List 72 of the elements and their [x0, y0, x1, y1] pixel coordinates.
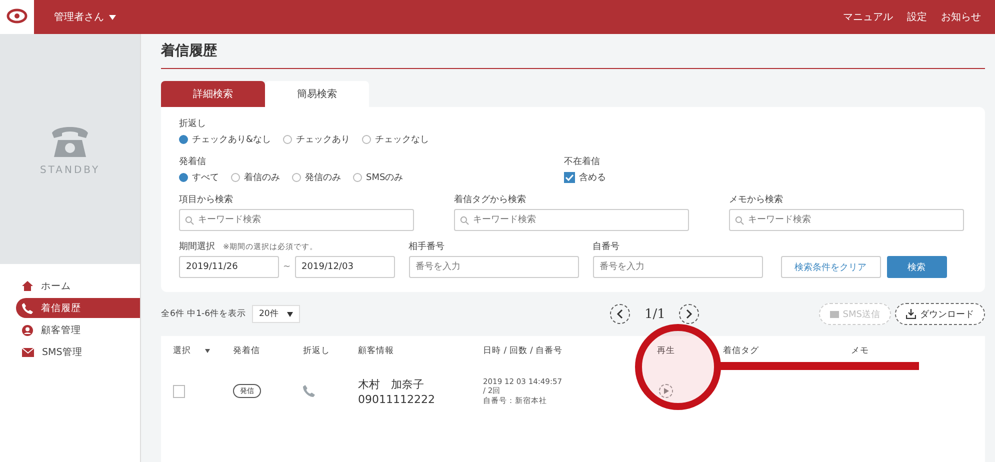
radio-option[interactable]: 発信のみ: [292, 171, 341, 184]
column-header: メモ: [851, 345, 869, 357]
search-icon: [460, 216, 469, 225]
field-label: 期間選択: [179, 240, 215, 253]
customer-name: 木村 加奈子: [358, 376, 424, 392]
caret-icon: [286, 312, 293, 316]
field-label: メモから検索: [729, 194, 784, 206]
search-field[interactable]: キーワード検索: [729, 209, 964, 231]
field-label: 項目から検索: [179, 194, 234, 206]
radio-option[interactable]: すべて: [179, 171, 219, 184]
column-header: 日時 / 回数 / 自番号: [483, 345, 563, 357]
person-icon: [22, 324, 33, 336]
search-icon: [735, 216, 744, 225]
sort-icon[interactable]: [205, 349, 210, 353]
search-tab[interactable]: 簡易検索: [265, 81, 369, 107]
search-button[interactable]: 検索: [886, 256, 947, 278]
caret-icon: [109, 14, 116, 20]
radio-option[interactable]: SMSのみ: [353, 171, 404, 184]
check-icon: [565, 173, 574, 182]
radio-option[interactable]: チェックなし: [362, 133, 430, 146]
play-icon: [664, 388, 668, 394]
mail-icon: [22, 348, 34, 356]
search-tab[interactable]: 詳細検索: [161, 81, 265, 107]
search-field[interactable]: キーワード検索: [179, 209, 414, 231]
column-header: 再生: [657, 345, 675, 357]
sidebar-item[interactable]: ホーム: [0, 276, 140, 296]
field-label: 自番号: [592, 240, 621, 253]
page-indicator: 1/1: [644, 306, 666, 322]
header-link[interactable]: お知らせ: [941, 10, 981, 24]
next-page-button[interactable]: [679, 304, 700, 324]
download-button[interactable]: ダウンロード: [895, 303, 985, 325]
user-menu[interactable]: 管理者さん: [54, 10, 104, 24]
radio-option[interactable]: 着信のみ: [231, 171, 280, 184]
radio-option[interactable]: チェックあり: [283, 133, 350, 146]
column-header: 選択: [173, 345, 191, 357]
clear-button[interactable]: 検索条件をクリア: [780, 256, 881, 278]
page-title: 着信履歴: [161, 40, 985, 69]
row-checkbox[interactable]: [173, 384, 185, 398]
chevron-right-icon: [685, 309, 694, 319]
radio-option[interactable]: チェックあり&なし: [179, 133, 272, 146]
checkbox[interactable]: 含める: [564, 171, 606, 184]
chevron-left-icon: [616, 309, 624, 319]
search-field[interactable]: キーワード検索: [454, 209, 689, 231]
field-label: 不在着信: [564, 156, 601, 168]
customer-number: 09011112222: [358, 392, 435, 406]
header-link[interactable]: 設定: [907, 10, 927, 24]
date-field[interactable]: 2019/11/26: [179, 256, 279, 278]
phone-icon: [22, 302, 33, 314]
header-link[interactable]: マニュアル: [843, 10, 893, 24]
column-header: 発着信: [233, 345, 260, 357]
search-icon: [185, 216, 194, 225]
play-button[interactable]: [659, 384, 673, 398]
sidebar-item[interactable]: SMS管理: [0, 342, 140, 362]
input-field[interactable]: 番号を入力: [408, 256, 579, 278]
download-icon: [906, 309, 916, 319]
field-label: 相手番号: [408, 240, 446, 253]
input-field[interactable]: 番号を入力: [592, 256, 763, 278]
sidebar-item[interactable]: 着信履歴: [16, 298, 140, 318]
result-summary: 全6件 中1-6件を表示: [161, 308, 246, 320]
field-label: 折返し: [179, 118, 207, 130]
home-icon: [22, 281, 33, 291]
sidebar-item[interactable]: 顧客管理: [0, 320, 140, 340]
previous-page-button[interactable]: [610, 304, 630, 324]
date-field[interactable]: 2019/12/03: [294, 256, 395, 278]
field-label: 着信タグから検索: [454, 194, 527, 206]
column-header: 顧客情報: [358, 345, 394, 357]
range-separator: ~: [283, 262, 291, 272]
column-header: 折返し: [303, 345, 330, 357]
status-label: STANDBY: [40, 164, 100, 176]
field-label: 発着信: [179, 156, 207, 168]
per-page-dropdown[interactable]: 20件: [252, 305, 300, 323]
column-header: 着信タグ: [723, 345, 759, 357]
